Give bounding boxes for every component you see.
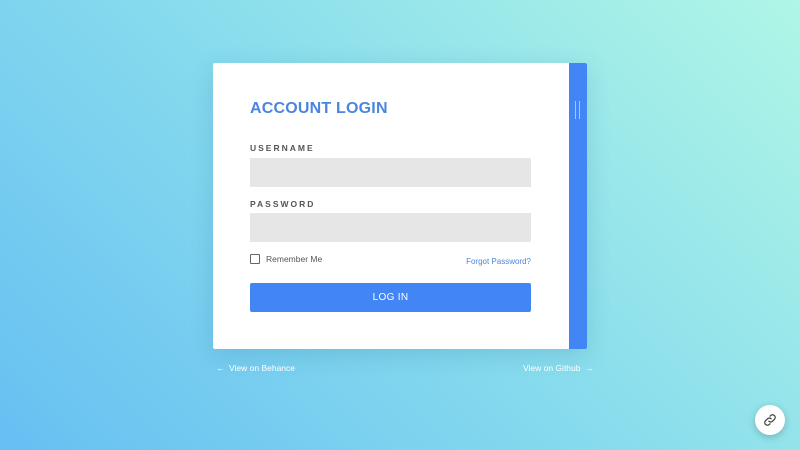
view-on-github-link[interactable]: View on Github →	[523, 363, 594, 373]
password-label: PASSWORD	[250, 199, 316, 209]
login-button[interactable]: LOG IN	[250, 283, 531, 312]
link-icon	[764, 414, 776, 426]
remember-me-checkbox[interactable]	[250, 254, 260, 264]
remember-me-label: Remember Me	[266, 254, 323, 264]
login-card: ACCOUNT LOGIN USERNAME PASSWORD Remember…	[213, 63, 587, 349]
username-label: USERNAME	[250, 143, 315, 153]
arrow-right-icon: →	[584, 362, 594, 373]
view-on-behance-link[interactable]: ← View on Behance	[216, 363, 295, 373]
drag-handle-icon	[575, 101, 580, 119]
github-label: View on Github	[523, 363, 581, 373]
username-input[interactable]	[250, 158, 531, 187]
arrow-left-icon: ←	[216, 362, 225, 373]
password-input[interactable]	[250, 213, 531, 242]
card-side-tab[interactable]	[569, 63, 587, 349]
forgot-password-link[interactable]: Forgot Password?	[466, 257, 531, 266]
behance-label: View on Behance	[229, 363, 296, 373]
remember-me[interactable]: Remember Me	[250, 254, 322, 264]
page-title: ACCOUNT LOGIN	[250, 100, 388, 117]
link-button[interactable]	[755, 405, 785, 435]
